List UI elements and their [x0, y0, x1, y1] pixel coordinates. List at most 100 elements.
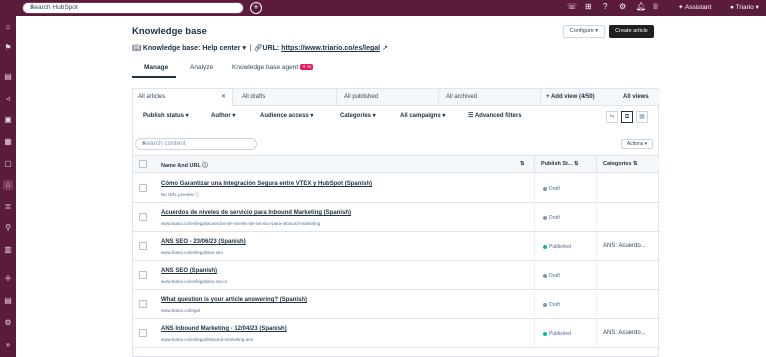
filter-audience-access[interactable]: Audience access ▾ [260, 112, 313, 119]
list-view-icon[interactable]: ⇋ [606, 111, 618, 123]
row-checkbox[interactable] [139, 271, 147, 279]
kb-selector[interactable]: Help center ▾ [202, 45, 246, 52]
column-label: Publish St... [541, 161, 573, 167]
status-dot [543, 302, 547, 307]
assistant-label: Assistant [684, 4, 712, 11]
data-icon[interactable]: ≣ [3, 202, 13, 212]
article-title: ANS SEO [161, 268, 189, 274]
account-menu[interactable]: ● Triario ▾ [730, 3, 759, 11]
plus-icon[interactable]: + [250, 2, 262, 14]
table-row[interactable]: ANS SEO - 23/06/23 (Spanish) www.triario.… [133, 232, 660, 261]
article-name-link[interactable]: ANS SEO (Spanish) [161, 268, 217, 274]
article-name-link[interactable]: ANS Inbound Marketing - 12/04/23 (Spanis… [161, 326, 287, 332]
table-row[interactable]: ANS SEO (Spanish) www.triario.co/es/legal… [133, 261, 660, 290]
notifications-icon[interactable]: 🔔︎ [636, 2, 646, 11]
view-tab-all-published[interactable]: All published [339, 89, 439, 106]
column-header-categories[interactable]: Categories ⇅ [603, 161, 638, 167]
tab-knowledge-base-agent[interactable]: Knowledge base agent ✦ AI [232, 64, 314, 71]
table-row[interactable]: ANS Inbound Marketing - 12/04/23 (Spanis… [133, 319, 660, 348]
filter-sliders-icon: ☰ [468, 113, 474, 119]
contacts-icon[interactable]: ▤ [3, 72, 13, 82]
url-label: URL: [262, 45, 280, 52]
ai-badge: ✦ AI [300, 64, 314, 71]
help-icon[interactable]: ? [603, 2, 607, 11]
tab-manage[interactable]: Manage [144, 64, 168, 71]
add-view-label: Add view (4/50) [550, 94, 595, 100]
content-icon[interactable]: ▣ [3, 115, 13, 125]
article-language: (Spanish) [279, 297, 308, 303]
automation-icon[interactable]: ⚲ [3, 223, 13, 233]
view-tab-all-archived[interactable]: All archived [441, 89, 541, 106]
column-divider [596, 174, 597, 203]
view-tab-all-articles[interactable]: All articles ✕ [133, 89, 233, 106]
view-tab-all-drafts[interactable]: All drafts [237, 89, 337, 106]
filter-categories[interactable]: Categories ▾ [340, 112, 376, 119]
select-all-checkbox[interactable] [139, 160, 147, 168]
column-divider [534, 203, 535, 232]
home-icon[interactable]: ⌂ [3, 22, 13, 32]
library-icon[interactable]: ▤ [3, 296, 13, 306]
row-checkbox[interactable] [139, 329, 147, 337]
row-checkbox[interactable] [139, 242, 147, 250]
create-article-button[interactable]: Create article [609, 25, 654, 38]
kb-label: Knowledge base: [142, 45, 201, 52]
table-row[interactable]: Cómo Garantizar una Integración Segura e… [133, 174, 660, 203]
row-checkbox[interactable] [139, 213, 147, 221]
book-icon: 📖︎ [132, 45, 141, 52]
settings-icon[interactable]: ⚙ [3, 318, 13, 328]
table-row[interactable]: What question is your article answering?… [133, 290, 660, 319]
left-sidebar: ⌂ ⚑ ▤ ◃ ▣ ▦ ▢ ⌂ ≣ ⚲ ▥ ✛ ▤ ⚙ » [0, 16, 16, 357]
commerce-icon[interactable]: ▢ [3, 159, 13, 169]
marketing-icon[interactable]: ◃ [3, 94, 13, 104]
add-view-button[interactable]: + Add view (4/50) [546, 89, 595, 106]
external-link-icon[interactable]: ↗ [382, 45, 388, 52]
configure-button[interactable]: Configure ▾ [563, 25, 605, 38]
assistant-button[interactable]: ✦ Assistant [678, 3, 711, 11]
filter-author[interactable]: Author ▾ [211, 112, 235, 119]
article-name-link[interactable]: ANS SEO - 23/06/23 (Spanish) [161, 239, 246, 245]
actions-dropdown[interactable]: Actions ▾ [621, 139, 653, 149]
marketplace-icon[interactable]: ⊞ [585, 2, 592, 11]
all-views-button[interactable]: All views [623, 89, 649, 106]
active-tab-indicator [132, 76, 176, 78]
global-search-input[interactable]: Search HubSpot ⌕ [22, 2, 244, 14]
pin-icon[interactable]: ✛ [3, 274, 13, 284]
table-view-icon[interactable]: ⧉ [621, 111, 633, 123]
settings-icon[interactable]: ⚙ [619, 2, 626, 11]
view-tabs: All articles ✕ All drafts All published … [133, 89, 660, 106]
article-name-link[interactable]: Cómo Garantizar una Integración Segura e… [161, 181, 372, 187]
phone-icon[interactable]: ☏ [567, 2, 577, 11]
sort-icon[interactable]: ⇅ [520, 161, 525, 167]
kb-url-link[interactable]: https://www.triario.co/es/legal [281, 45, 380, 52]
filter-label: Audience access [260, 113, 309, 119]
sales-icon[interactable]: ▦ [3, 137, 13, 147]
article-name-link[interactable]: What question is your article answering?… [161, 297, 307, 303]
row-checkbox[interactable] [139, 300, 147, 308]
collapse-icon[interactable]: » [3, 340, 13, 350]
filter-all-campaigns[interactable]: All campaigns ▾ [400, 112, 445, 119]
status-dot [543, 244, 547, 249]
column-header-status[interactable]: Publish St... ⇅ [541, 161, 579, 167]
row-checkbox[interactable] [139, 184, 147, 192]
content-search-input[interactable]: Search content ⌕ [135, 138, 257, 150]
column-divider [534, 290, 535, 319]
column-header-name[interactable]: Name And URL ⓘ [161, 161, 208, 169]
article-name-link[interactable]: Acuerdos de niveles de servicio para Inb… [161, 210, 351, 216]
article-language: (Spanish) [344, 181, 373, 187]
advanced-filters-button[interactable]: ☰ Advanced filters [468, 112, 522, 119]
info-icon: ⓘ [202, 163, 208, 169]
article-title: Acuerdos de niveles de servicio para Inb… [161, 210, 323, 216]
bookmark-icon[interactable]: ⚑ [3, 43, 13, 53]
service-icon[interactable]: ⌂ [3, 180, 13, 190]
column-divider [596, 156, 597, 174]
filter-label: Categories [340, 113, 372, 119]
filter-publish-status[interactable]: Publish status ▾ [143, 112, 189, 119]
close-icon[interactable]: ✕ [221, 89, 226, 106]
filter-label: Advanced filters [474, 113, 522, 119]
tab-analyze[interactable]: Analyze [190, 64, 213, 71]
trophy-icon[interactable]: ♕ [652, 2, 659, 11]
grid-view-icon[interactable]: ▦ [636, 111, 648, 123]
reporting-icon[interactable]: ▥ [3, 245, 13, 255]
table-row[interactable]: Acuerdos de niveles de servicio para Inb… [133, 203, 660, 232]
info-icon: ⓘ [194, 192, 200, 197]
